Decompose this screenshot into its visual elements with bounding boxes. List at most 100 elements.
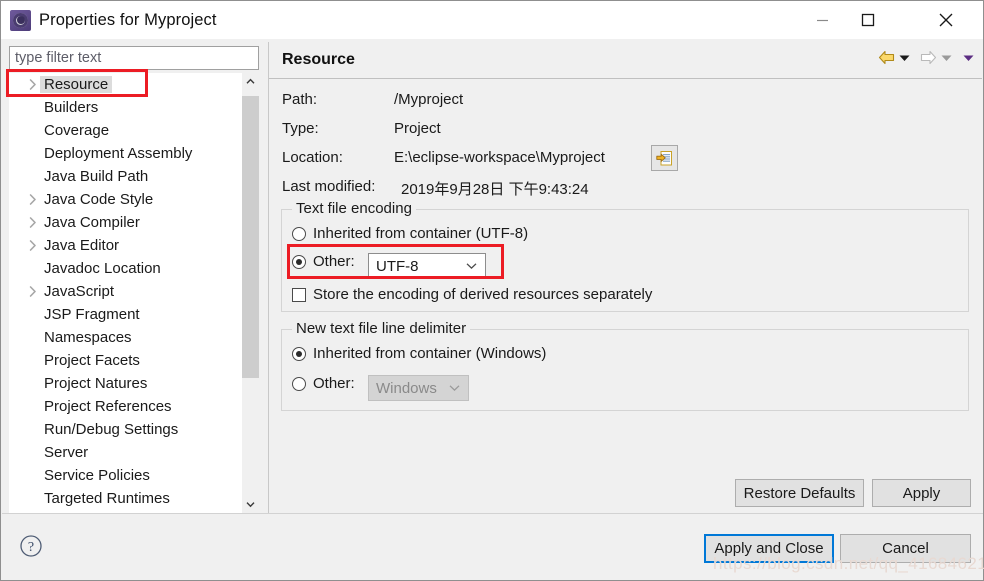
properties-dialog: Properties for Myproject Resource Builder… <box>0 0 984 581</box>
sidebar-item-java-compiler[interactable]: Java Compiler <box>9 211 241 234</box>
settings-tree[interactable]: Resource Builders Coverage Deployment Assem… <box>9 73 259 513</box>
tree-scrollbar[interactable] <box>242 73 259 513</box>
sidebar-item-label: Run/Debug Settings <box>44 421 179 438</box>
sidebar-item-label: Java Build Path <box>44 168 149 185</box>
sidebar-item-targeted-runtimes[interactable]: Targeted Runtimes <box>9 487 241 510</box>
checkbox-indicator <box>292 287 306 302</box>
type-value-text: Project <box>394 120 441 137</box>
page-header: Resource <box>269 42 982 79</box>
open-location-button[interactable] <box>651 145 678 171</box>
sidebar-item-java-editor[interactable]: Java Editor <box>9 234 241 257</box>
title-bar: Properties for Myproject <box>1 1 983 39</box>
dialog-footer <box>2 514 983 580</box>
sidebar-item-project-references[interactable]: Project References <box>9 395 241 418</box>
window-title: Properties for Myproject <box>39 10 217 29</box>
page-nav-icons <box>878 50 974 65</box>
line-delimiter-title: New text file line delimiter <box>292 320 471 337</box>
view-menu-icon[interactable] <box>963 54 974 62</box>
chevron-down-icon <box>466 263 477 270</box>
path-value: /Myproject <box>394 91 464 108</box>
back-arrow-icon[interactable] <box>878 50 895 65</box>
delimiter-other-radio[interactable]: Other: <box>292 375 355 392</box>
sidebar-item-deployment-assembly[interactable]: Deployment Assembly <box>9 142 241 165</box>
sidebar-item-server[interactable]: Server <box>9 441 241 464</box>
sidebar-item-jsp-fragment[interactable]: JSP Fragment <box>9 303 241 326</box>
sidebar-item-label: Project References <box>44 398 172 415</box>
sidebar-item-label: JavaScript <box>44 283 115 300</box>
sidebar-item-run-debug-settings[interactable]: Run/Debug Settings <box>9 418 241 441</box>
minimize-button[interactable] <box>799 1 845 39</box>
sidebar-item-javadoc-location[interactable]: Javadoc Location <box>9 257 241 280</box>
restore-defaults-button[interactable]: Restore Defaults <box>735 479 864 507</box>
store-derived-checkbox[interactable]: Store the encoding of derived resources … <box>292 286 652 303</box>
delimiter-combo-value: Windows <box>376 379 437 397</box>
scroll-up-icon[interactable] <box>242 73 259 90</box>
sidebar-item-java-code-style[interactable]: Java Code Style <box>9 188 241 211</box>
sidebar-item-label: Builders <box>44 99 99 116</box>
location-label: Location: <box>282 149 343 166</box>
sidebar-item-java-build-path[interactable]: Java Build Path <box>9 165 241 188</box>
sidebar-item-label: Java Editor <box>44 237 120 254</box>
sidebar-item-resource[interactable]: Resource <box>9 73 241 96</box>
eclipse-properties-icon <box>10 9 31 31</box>
sidebar-item-label: Namespaces <box>44 329 132 346</box>
help-icon[interactable]: ? <box>19 534 43 558</box>
store-derived-label: Store the encoding of derived resources … <box>313 286 653 303</box>
radio-indicator <box>292 376 306 391</box>
sidebar-item-label: Resource <box>40 76 113 93</box>
close-button[interactable] <box>923 1 969 39</box>
sidebar-item-label: Project Facets <box>44 352 140 369</box>
chevron-right-icon[interactable] <box>25 286 40 297</box>
text-file-encoding-group: Text file encoding Inherited from contai… <box>281 200 969 312</box>
forward-dropdown-icon <box>941 54 952 62</box>
radio-indicator <box>292 254 306 269</box>
forward-arrow-icon <box>920 50 937 65</box>
sidebar-item-service-policies[interactable]: Service Policies <box>9 464 241 487</box>
radio-indicator <box>292 226 306 241</box>
maximize-button[interactable] <box>845 1 891 39</box>
sidebar-item-label: Server <box>44 444 89 461</box>
sidebar-item-javascript[interactable]: JavaScript <box>9 280 241 303</box>
sidebar-item-coverage[interactable]: Coverage <box>9 119 241 142</box>
apply-and-close-button[interactable]: Apply and Close <box>704 534 834 563</box>
chevron-right-icon[interactable] <box>25 194 40 205</box>
sidebar-item-label: Deployment Assembly <box>44 145 193 162</box>
scroll-down-icon[interactable] <box>242 496 259 513</box>
encoding-combo[interactable]: UTF-8 <box>368 253 486 279</box>
sidebar-item-label: Javadoc Location <box>44 260 161 277</box>
location-value: E:\eclipse-workspace\Myproject <box>394 149 605 166</box>
svg-text:?: ? <box>28 540 34 555</box>
chevron-right-icon[interactable] <box>25 240 40 251</box>
sidebar-item-label: Coverage <box>44 122 110 139</box>
sidebar-item-builders[interactable]: Builders <box>9 96 241 119</box>
delimiter-other-label: Other: <box>313 375 355 392</box>
filter-input[interactable] <box>9 46 259 70</box>
radio-indicator <box>292 346 306 361</box>
sidebar-item-label: Project Natures <box>44 375 148 392</box>
chevron-right-icon[interactable] <box>25 79 40 90</box>
sidebar-item-label: JSP Fragment <box>44 306 140 323</box>
text-file-encoding-title: Text file encoding <box>292 200 416 217</box>
encoding-other-radio[interactable]: Other: <box>292 253 355 270</box>
sidebar-item-project-facets[interactable]: Project Facets <box>9 349 241 372</box>
encoding-inherited-radio[interactable]: Inherited from container (UTF-8) <box>292 225 528 242</box>
tree-item-list: Resource Builders Coverage Deployment Assem… <box>9 73 241 510</box>
last-modified-label: Last modified: <box>282 178 376 195</box>
delimiter-inherited-radio[interactable]: Inherited from container (Windows) <box>292 345 546 362</box>
line-delimiter-group: New text file line delimiter Inherited f… <box>281 320 969 411</box>
apply-button[interactable]: Apply <box>872 479 971 507</box>
encoding-combo-value: UTF-8 <box>376 257 419 275</box>
resource-page: Resource Path: /Myproject Type: Project … <box>268 42 982 513</box>
sidebar-item-label: Java Code Style <box>44 191 154 208</box>
back-dropdown-icon[interactable] <box>899 54 910 62</box>
sidebar-item-label: Targeted Runtimes <box>44 490 170 507</box>
type-label: Type: <box>282 120 319 137</box>
sidebar-item-namespaces[interactable]: Namespaces <box>9 326 241 349</box>
chevron-right-icon[interactable] <box>25 217 40 228</box>
sidebar-item-project-natures[interactable]: Project Natures <box>9 372 241 395</box>
scrollbar-thumb[interactable] <box>242 96 259 378</box>
chevron-down-icon <box>449 385 460 392</box>
sidebar-item-label: Java Compiler <box>44 214 140 231</box>
cancel-button[interactable]: Cancel <box>840 534 971 563</box>
delimiter-combo: Windows <box>368 375 469 401</box>
